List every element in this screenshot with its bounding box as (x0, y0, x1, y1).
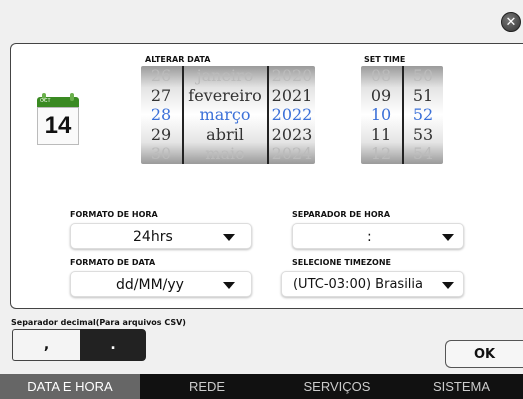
wheel-divider (402, 66, 404, 164)
calendar-ring-right (70, 93, 74, 101)
alterar-data-label: ALTERAR DATA (145, 55, 211, 64)
separador-hora-label: SEPARADOR DE HORA (292, 210, 391, 219)
wheel-item[interactable]: fevereiro (183, 86, 267, 106)
ok-button[interactable]: OK (445, 340, 523, 368)
wheel-item[interactable]: 51 (403, 86, 443, 106)
date-wheel-picker[interactable]: 26 27 28 29 30 janeiro fevereiro março abril mai… (141, 66, 315, 164)
tab-rede[interactable]: REDE (140, 374, 274, 399)
wheel-divider (267, 66, 269, 164)
wheel-item: 2022 (271, 105, 313, 125)
wheel-item: 10 (370, 105, 392, 125)
wheel-item[interactable]: 11 (361, 125, 401, 145)
wheel-item[interactable]: 12 (361, 144, 401, 164)
calendar-icon: OCT 14 (35, 93, 81, 149)
wheel-item[interactable]: 50 (403, 66, 443, 86)
formato-data-value: dd/MM/yy (116, 277, 184, 293)
tab-sistema[interactable]: SISTEMA (400, 374, 523, 399)
minute-wheel[interactable]: 50 51 52 53 54 (403, 66, 443, 164)
chevron-down-icon (442, 234, 454, 241)
timezone-dropdown[interactable]: (UTC-03:00) Brasilia (281, 271, 464, 297)
wheel-item[interactable]: 2021 (269, 86, 315, 106)
wheel-item[interactable]: janeiro (183, 66, 267, 86)
day-wheel[interactable]: 26 27 28 29 30 (141, 66, 181, 164)
csv-separator-label: Separador decimal(Para arquivos CSV) (11, 318, 186, 327)
wheel-item[interactable]: 2023 (269, 125, 315, 145)
chevron-down-icon (442, 282, 454, 289)
set-time-label: SET TIME (364, 55, 406, 64)
hour-wheel[interactable]: 08 09 10 11 12 (361, 66, 401, 164)
wheel-item[interactable]: 54 (403, 144, 443, 164)
formato-hora-label: FORMATO DE HORA (70, 210, 158, 219)
wheel-item: 52 (412, 105, 434, 125)
wheel-item: 28 (150, 105, 172, 125)
separador-hora-dropdown[interactable]: : (292, 223, 464, 249)
tab-servicos[interactable]: SERVIÇOS (274, 374, 400, 399)
formato-data-label: FORMATO DE DATA (70, 258, 156, 267)
wheel-item[interactable]: 08 (361, 66, 401, 86)
wheel-divider (182, 66, 184, 164)
timezone-value: (UTC-03:00) Brasilia (292, 277, 423, 292)
dot-separator-button[interactable]: . (80, 329, 146, 361)
chevron-down-icon (223, 234, 235, 241)
tab-data-e-hora[interactable]: DATA E HORA (0, 374, 140, 399)
wheel-item[interactable]: 09 (361, 86, 401, 106)
wheel-item[interactable]: 53 (403, 125, 443, 145)
close-button[interactable]: ✕ (501, 12, 521, 32)
wheel-item[interactable]: 27 (141, 86, 181, 106)
close-icon: ✕ (505, 14, 517, 30)
comma-separator-button[interactable]: , (12, 329, 80, 361)
wheel-item[interactable]: 26 (141, 66, 181, 86)
wheel-item[interactable]: 29 (141, 125, 181, 145)
top-bar (0, 0, 523, 14)
year-wheel[interactable]: 2020 2021 2022 2023 2024 (269, 66, 315, 164)
separador-hora-value: : (367, 229, 372, 245)
calendar-month: OCT (40, 98, 51, 104)
formato-hora-dropdown[interactable]: 24hrs (70, 223, 252, 249)
chevron-down-icon (223, 282, 235, 289)
calendar-day: 14 (37, 107, 79, 145)
wheel-item[interactable]: 2020 (269, 66, 315, 86)
month-wheel[interactable]: janeiro fevereiro março abril maio (183, 66, 267, 164)
wheel-item[interactable]: 2024 (269, 144, 315, 164)
formato-hora-value: 24hrs (133, 229, 173, 245)
wheel-item: março (199, 105, 251, 125)
wheel-item[interactable]: maio (183, 144, 267, 164)
wheel-item[interactable]: 30 (141, 144, 181, 164)
formato-data-dropdown[interactable]: dd/MM/yy (70, 271, 252, 297)
timezone-label: SELECIONE TIMEZONE (292, 258, 392, 267)
bottom-tab-bar: DATA E HORA REDE SERVIÇOS SISTEMA (0, 374, 523, 399)
wheel-item[interactable]: abril (183, 125, 267, 145)
